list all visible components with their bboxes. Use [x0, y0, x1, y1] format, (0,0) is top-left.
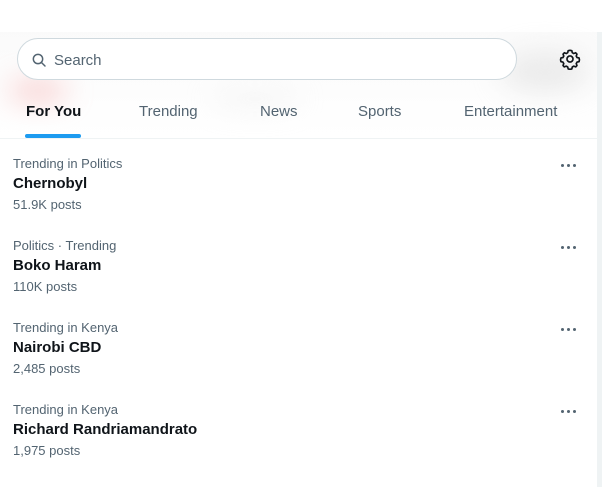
tab-entertainment[interactable]: Entertainment [464, 95, 557, 138]
trend-context: Trending in Politics [13, 156, 123, 171]
trend-name: Richard Randriamandrato [13, 421, 198, 438]
trend-name: Boko Haram [13, 257, 102, 274]
trend-post-count: 1,975 posts [13, 443, 81, 458]
trend-item[interactable]: Trending in Kenya Richard Randriamandrat… [0, 402, 597, 484]
tab-for-you[interactable]: For You [26, 95, 81, 138]
tab-sports[interactable]: Sports [358, 95, 401, 138]
trend-post-count: 51.9K posts [13, 197, 82, 212]
tab-news[interactable]: News [260, 95, 298, 138]
gear-icon[interactable] [559, 48, 581, 70]
trend-context: Trending in Kenya [13, 320, 119, 335]
trend-item[interactable]: Trending in Politics Chernobyl 51.9K pos… [0, 156, 597, 238]
trend-item[interactable]: Trending in Kenya Nairobi CBD 2,485 post… [0, 320, 597, 402]
tab-bar: For You Trending News Sports Entertainme… [0, 95, 597, 138]
trend-name: Chernobyl [13, 175, 88, 192]
more-horizontal-icon[interactable] [558, 156, 580, 174]
search-box[interactable] [17, 38, 517, 80]
trend-item[interactable]: Politics · Trending Boko Haram 110K post… [0, 238, 597, 320]
more-horizontal-icon[interactable] [558, 238, 580, 256]
search-input[interactable] [52, 48, 496, 72]
more-horizontal-icon[interactable] [558, 402, 580, 420]
scrollbar-track[interactable] [597, 32, 602, 487]
trend-context: Politics · Trending [13, 238, 117, 253]
search-icon [32, 53, 46, 67]
more-horizontal-icon[interactable] [558, 320, 580, 338]
tab-trending[interactable]: Trending [139, 95, 198, 138]
trend-post-count: 2,485 posts [13, 361, 81, 376]
divider [0, 138, 597, 139]
trend-post-count: 110K posts [13, 279, 78, 294]
trend-context: Trending in Kenya [13, 402, 119, 417]
trend-name: Nairobi CBD [13, 339, 102, 356]
explore-page: For You Trending News Sports Entertainme… [0, 0, 602, 487]
